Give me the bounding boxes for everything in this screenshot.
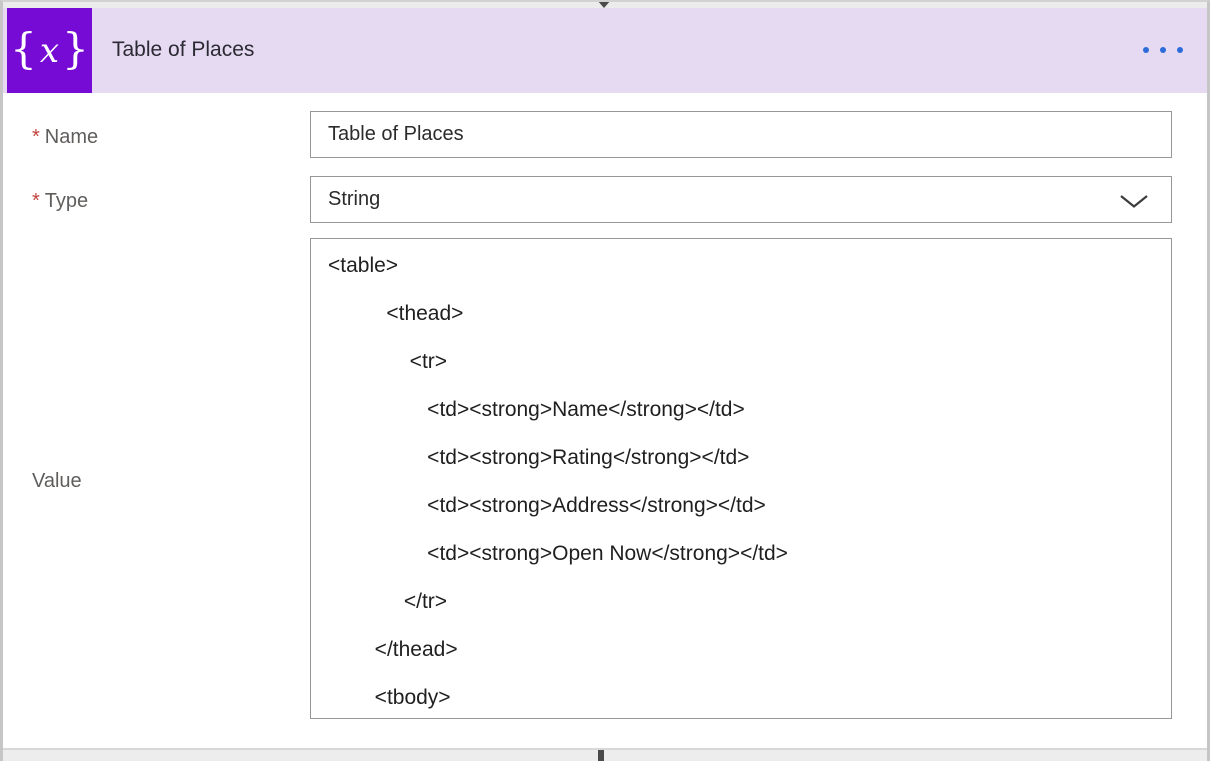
value-label-text: Value <box>32 470 82 492</box>
chevron-down-icon <box>1119 194 1149 209</box>
required-asterisk: * <box>32 190 40 212</box>
flow-designer-canvas: {x} Table of Places *Name *Type Value St… <box>0 0 1210 761</box>
arrow-down-icon <box>597 0 611 8</box>
variable-icon-x: x <box>37 31 62 71</box>
variable-icon-brace-open: { <box>10 24 37 73</box>
ellipsis-dot <box>1143 47 1149 53</box>
name-label-text: Name <box>45 126 98 148</box>
ellipsis-dot <box>1177 47 1183 53</box>
value-field-label: Value <box>32 469 82 493</box>
flow-connector-line <box>598 750 604 761</box>
required-asterisk: * <box>32 126 40 148</box>
type-field-label: *Type <box>32 189 88 213</box>
ellipsis-menu-button[interactable] <box>1143 47 1183 53</box>
type-selected-value: String <box>328 188 380 211</box>
name-input[interactable] <box>310 111 1172 158</box>
action-card-title: Table of Places <box>112 37 254 62</box>
variable-icon-brace-close: } <box>62 24 89 73</box>
type-select[interactable]: String <box>310 176 1172 223</box>
name-field-label: *Name <box>32 125 98 149</box>
action-card-header[interactable]: {x} Table of Places <box>3 8 1207 93</box>
variable-icon: {x} <box>7 8 92 93</box>
type-label-text: Type <box>45 190 88 212</box>
ellipsis-dot <box>1160 47 1166 53</box>
canvas-strip-bottom <box>0 748 1210 761</box>
value-textarea[interactable]: <table> <thead> <tr> <td><strong>Name</s… <box>310 238 1172 719</box>
